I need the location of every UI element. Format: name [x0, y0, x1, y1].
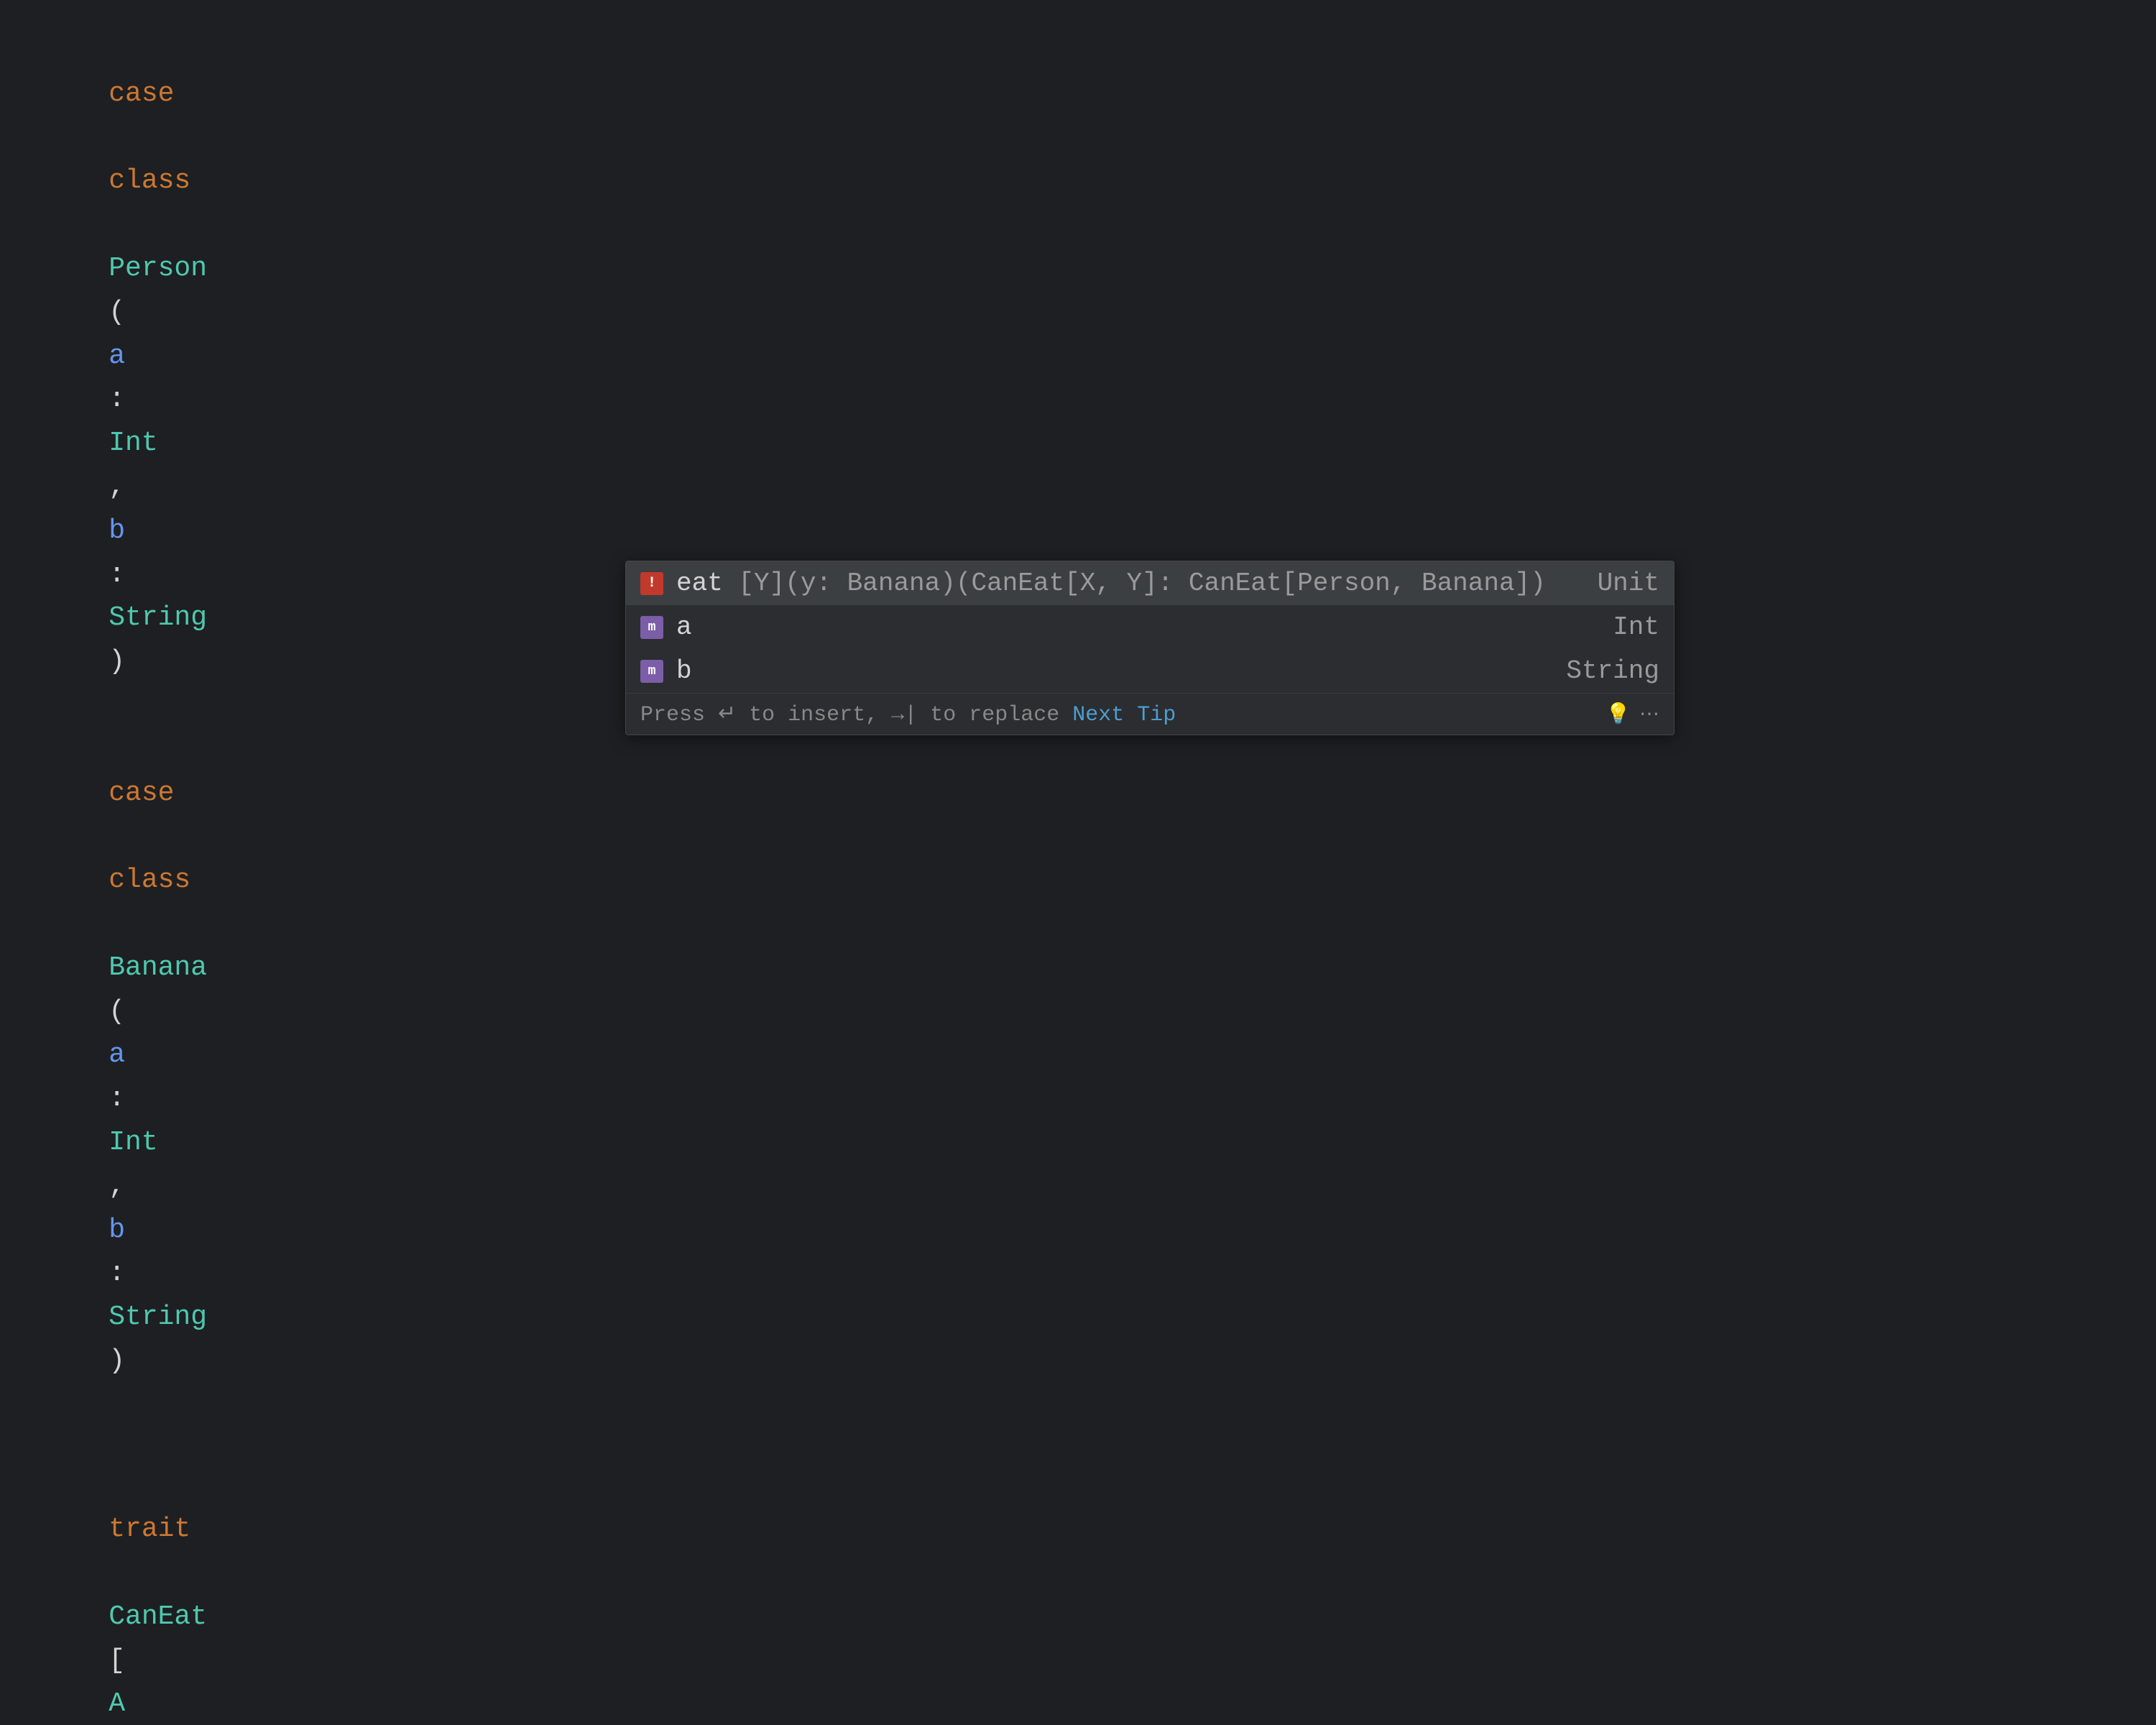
ac-method-sig: [Y](y: Banana)(CanEat[X, Y]: CanEat[Pers… — [738, 569, 1545, 598]
type-int1: Int — [109, 428, 157, 459]
ac-type-string: String — [1566, 656, 1659, 686]
class-name-banana: Banana — [109, 952, 207, 983]
autocomplete-footer: Press ↵ to insert, →| to replace Next Ti… — [626, 693, 1674, 735]
keyword-case2: case — [109, 778, 174, 809]
type-string1: String — [109, 602, 207, 633]
editor-area: case class Person ( a : Int , b : String… — [0, 0, 2156, 862]
ac-type-unit: Unit — [1598, 569, 1659, 598]
keyword-case: case — [109, 78, 174, 109]
more-options-icon[interactable]: ⋯ — [1639, 702, 1659, 727]
type-param-A: A — [109, 1688, 125, 1719]
spacer-1 — [43, 1427, 2113, 1465]
ac-label-eat: eat [Y](y: Banana)(CanEat[X, Y]: CanEat[… — [676, 569, 1583, 598]
class-name-person: Person — [109, 253, 207, 284]
autocomplete-popup: ! eat [Y](y: Banana)(CanEat[X, Y]: CanEa… — [625, 561, 1674, 735]
type-string2: String — [109, 1302, 207, 1333]
param-a1: a — [109, 341, 125, 372]
footer-icons: 💡 ⋯ — [1606, 702, 1659, 727]
ac-type-int: Int — [1613, 612, 1659, 642]
param-a2: a — [109, 1039, 125, 1070]
autocomplete-item-b[interactable]: m b String — [626, 649, 1674, 693]
code-line-2: case class Banana ( a : Int , b : String… — [43, 728, 2113, 1427]
param-b2: b — [109, 1215, 125, 1246]
keyword-class: class — [109, 165, 190, 196]
autocomplete-item-eat[interactable]: ! eat [Y](y: Banana)(CanEat[X, Y]: CanEa… — [626, 561, 1674, 605]
bulb-icon: 💡 — [1606, 702, 1631, 727]
footer-hint: Press ↵ to insert, →| to replace Next Ti… — [640, 701, 1606, 727]
ac-label-a: a — [676, 612, 1598, 642]
trait-name-caneat: CanEat — [109, 1601, 207, 1632]
next-tip-button[interactable]: Next Tip — [1072, 703, 1176, 727]
ac-icon-eat: ! — [640, 572, 663, 595]
code-line-3: trait CanEat [ A , B ]: — [43, 1465, 2113, 1725]
footer-hint-text: Press ↵ to insert, →| to replace — [640, 703, 1059, 727]
autocomplete-item-a[interactable]: m a Int — [626, 605, 1674, 649]
ac-method-name-eat: eat — [676, 569, 723, 598]
ac-icon-a: m — [640, 616, 663, 639]
type-int2: Int — [109, 1127, 157, 1158]
keyword-trait: trait — [109, 1514, 190, 1545]
param-b1: b — [109, 515, 125, 546]
keyword-class2: class — [109, 865, 190, 896]
ac-icon-b: m — [640, 660, 663, 683]
ac-label-b: b — [676, 656, 1552, 686]
